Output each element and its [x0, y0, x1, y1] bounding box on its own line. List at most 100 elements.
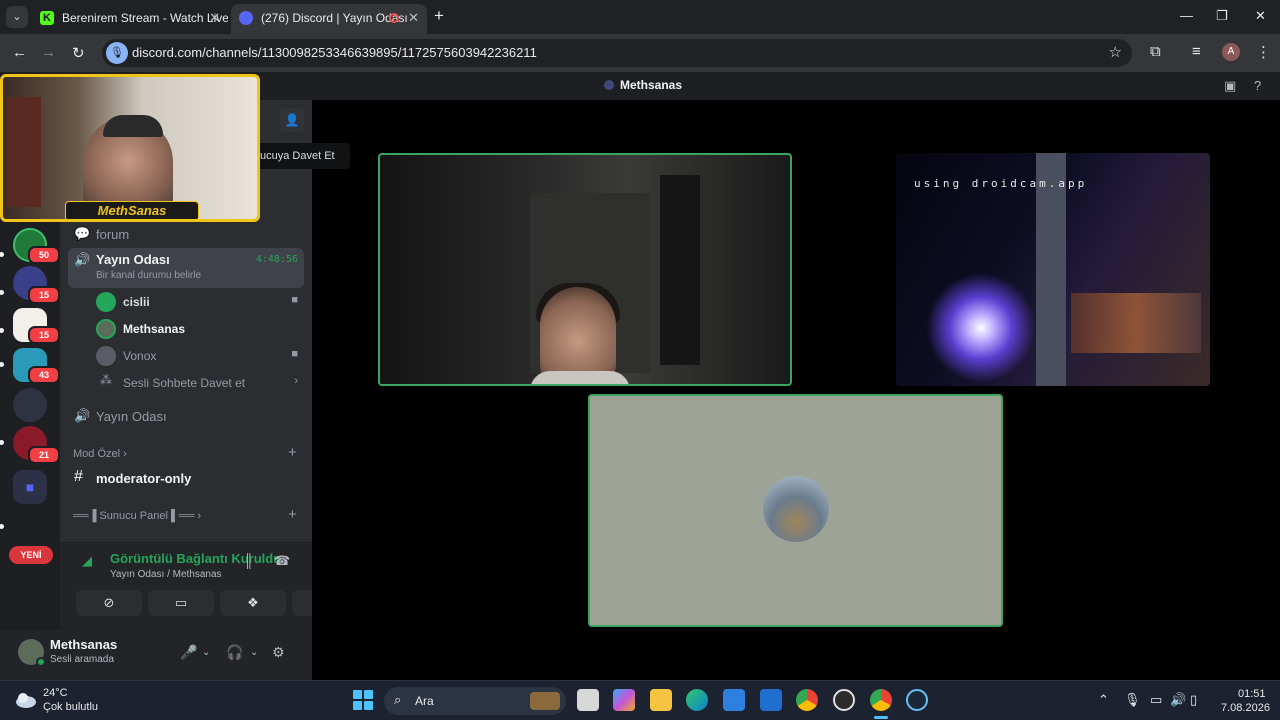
network-icon[interactable]: ▭: [1150, 692, 1162, 708]
edge-icon[interactable]: [686, 689, 708, 711]
media-controls-icon[interactable]: ≡: [1192, 43, 1201, 60]
forward-arrow-icon[interactable]: →: [41, 44, 56, 61]
unread-pip: [0, 440, 4, 445]
headphones-icon[interactable]: 🎧: [226, 644, 243, 661]
help-icon[interactable]: ?: [1254, 78, 1261, 93]
channel-title: Methsanas: [604, 78, 682, 92]
server-icon-5[interactable]: [13, 388, 47, 422]
volume-icon[interactable]: 🔊: [1170, 692, 1186, 708]
steam-icon[interactable]: [906, 689, 928, 711]
speaker-icon: 🔊: [74, 252, 91, 267]
mic-icon[interactable]: 🎙: [106, 42, 128, 64]
add-channel-plus-icon[interactable]: +: [288, 444, 297, 461]
voice-timer: 4:48:56: [255, 254, 298, 265]
user-avatar[interactable]: [18, 639, 46, 667]
weather-desc[interactable]: Çok bulutlu: [43, 701, 98, 713]
close-window-icon[interactable]: ✕: [1255, 8, 1266, 24]
task-view-icon[interactable]: [577, 689, 599, 711]
channel-status[interactable]: Bir kanal durumu belirle: [96, 270, 201, 281]
battery-icon[interactable]: ▯: [1190, 692, 1197, 708]
close-tab-icon[interactable]: ✕: [408, 4, 419, 32]
tab-kick-stream[interactable]: K Berenirem Stream - Watch Live ✕: [32, 4, 228, 34]
server-badge: 50: [28, 246, 60, 264]
start-windows-icon[interactable]: [353, 690, 373, 710]
close-tab-icon[interactable]: ✕: [209, 4, 220, 32]
category-panel[interactable]: ══▐ Sunucu Panel ▌══ ›: [73, 510, 201, 522]
cloud-icon[interactable]: [14, 689, 38, 709]
chevron-down-icon[interactable]: ⌄: [250, 647, 258, 658]
soundboard-icon[interactable]: ║: [244, 553, 253, 568]
tab-list-chevron-icon[interactable]: ⌄: [6, 6, 28, 28]
invite-to-voice[interactable]: ⁂ Sesli Sohbete Davet et ›: [96, 371, 304, 395]
tray-chevron-up-icon[interactable]: ⌃: [1098, 692, 1109, 708]
video-tile[interactable]: using droidcam.app: [896, 153, 1210, 386]
voice-user[interactable]: Vonox ■: [96, 344, 304, 368]
voice-user[interactable]: Methsanas: [96, 317, 304, 341]
extensions-icon[interactable]: ⧉: [1150, 43, 1161, 60]
chevron-down-icon[interactable]: ⌄: [202, 647, 210, 658]
address-bar[interactable]: 🎙 discord.com/channels/11300982533466398…: [102, 39, 1132, 67]
server-badge: 15: [28, 326, 60, 344]
avatar: [96, 319, 116, 339]
server-icon: [604, 80, 614, 90]
new-tab-button[interactable]: +: [434, 6, 444, 26]
webcam-name-banner: MethSanas: [65, 201, 199, 219]
microphone-icon[interactable]: 🎤: [180, 644, 197, 661]
server-badge: 21: [28, 446, 60, 464]
category-mod[interactable]: Mod Özel ›: [73, 448, 127, 460]
chrome-active-icon[interactable]: [870, 689, 892, 711]
channel-voice[interactable]: 🔊 Yayın Odası: [68, 404, 304, 430]
back-arrow-icon[interactable]: ←: [12, 44, 27, 61]
file-explorer-icon[interactable]: [650, 689, 672, 711]
channel-text[interactable]: # moderator-only: [68, 466, 304, 492]
browser-tabbar: ⌄ K Berenirem Stream - Watch Live ✕ (276…: [0, 0, 1280, 34]
url-text[interactable]: discord.com/channels/1130098253346639895…: [132, 39, 537, 67]
unread-pip: [0, 290, 4, 295]
profile-avatar[interactable]: A: [1222, 43, 1240, 61]
obs-icon[interactable]: [833, 689, 855, 711]
video-tile-avatar[interactable]: [588, 394, 1003, 627]
channel-forum[interactable]: 💬 forum: [68, 222, 304, 248]
invite-user-icon[interactable]: 👤: [280, 108, 304, 132]
chrome-icon[interactable]: [796, 689, 818, 711]
clock-date[interactable]: 7.08.2026: [1221, 702, 1270, 714]
reload-icon[interactable]: ↻: [72, 44, 85, 62]
tab-discord[interactable]: (276) Discord | Yayın Odası ✕: [231, 4, 427, 34]
voice-connection-panel: ◢ Görüntülü Bağlantı Kuruldu Yayın Odası…: [60, 542, 358, 630]
camera-off-button[interactable]: ⊘: [76, 590, 142, 616]
inbox-icon[interactable]: ▣: [1224, 78, 1236, 94]
disconnect-icon[interactable]: ☎: [274, 553, 290, 569]
taskbar-search[interactable]: ⌕ Ara: [384, 687, 566, 715]
folder-icon[interactable]: ■: [13, 470, 47, 504]
webcam-cap: [103, 115, 163, 137]
bookmark-star-icon[interactable]: ☆: [1109, 43, 1122, 61]
voice-user[interactable]: cislii ■: [96, 290, 304, 314]
avatar: [96, 292, 116, 312]
active-app-indicator: [874, 716, 888, 719]
activities-button[interactable]: ❖: [220, 590, 286, 616]
voice-location[interactable]: Yayın Odası / Methsanas: [110, 569, 222, 580]
signal-icon[interactable]: ◢: [82, 553, 92, 569]
minimize-icon[interactable]: —: [1180, 8, 1193, 23]
search-icon: ⌕: [394, 692, 402, 707]
outlook-icon[interactable]: [760, 689, 782, 711]
recording-icon: [389, 13, 399, 23]
clock-time[interactable]: 01:51: [1238, 688, 1266, 700]
store-icon[interactable]: [723, 689, 745, 711]
server-badge: 15: [28, 286, 60, 304]
voice-status[interactable]: Görüntülü Bağlantı Kuruldu: [110, 551, 281, 566]
new-badge[interactable]: YENİ: [9, 546, 53, 564]
unread-pip: [0, 252, 4, 257]
menu-kebab-icon[interactable]: ⋮: [1256, 43, 1271, 61]
add-channel-plus-icon[interactable]: +: [288, 506, 297, 523]
maximize-icon[interactable]: ❐: [1216, 8, 1228, 24]
weather-temp[interactable]: 24°C: [43, 687, 68, 699]
settings-gear-icon[interactable]: ⚙: [272, 644, 285, 661]
tab-title: (276) Discord | Yayın Odası: [261, 11, 408, 25]
username[interactable]: Methsanas: [50, 637, 117, 652]
channel-voice-active[interactable]: 🔊 Yayın Odası Bir kanal durumu belirle 4…: [68, 248, 304, 288]
video-tile-speaking[interactable]: [378, 153, 792, 386]
tray-mic-icon[interactable]: 🎙: [1124, 692, 1141, 708]
copilot-icon[interactable]: [613, 689, 635, 711]
screen-share-button[interactable]: ▭: [148, 590, 214, 616]
